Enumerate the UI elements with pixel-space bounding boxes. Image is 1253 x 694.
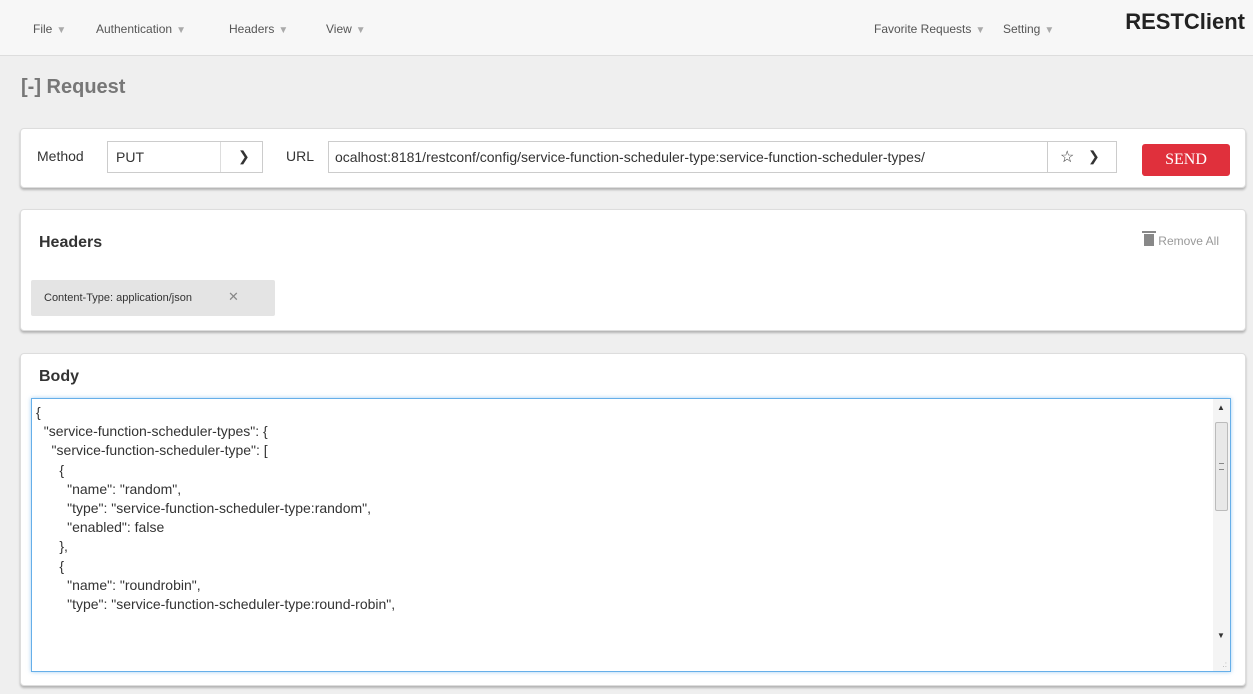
url-input[interactable]: ocalhost:8181/restconf/config/service-fu… [328,141,1117,173]
url-value: ocalhost:8181/restconf/config/service-fu… [335,149,925,165]
header-chip-text: Content-Type: application/json [44,292,192,304]
star-icon[interactable]: ☆ [1060,147,1074,167]
body-editor[interactable]: { "service-function-scheduler-types": { … [31,398,1231,672]
caret-down-icon: ▼ [176,25,186,36]
trash-icon [1142,231,1157,246]
menu-view[interactable]: View ▼ [326,22,366,36]
chevron-down-icon: ❯ [238,148,250,164]
close-icon[interactable]: ✕ [228,289,239,305]
headers-title: Headers [39,234,103,251]
url-label: URL [286,148,315,164]
headers-panel: Headers Remove All Content-Type: applica… [20,209,1246,331]
menu-favorite-requests[interactable]: Favorite Requests ▼ [874,22,985,36]
method-label: Method [37,148,84,164]
menu-headers[interactable]: Headers ▼ [229,22,288,36]
menu-setting-label: Setting [1003,22,1041,36]
menu-headers-label: Headers [229,22,275,36]
menu-authentication[interactable]: Authentication ▼ [96,22,186,36]
caret-down-icon: ▼ [975,25,986,36]
menu-file-label: File [33,22,53,36]
scroll-grip-icon [1219,463,1224,470]
caret-down-icon: ▼ [278,25,289,36]
url-addon: ☆ ❯ [1047,142,1116,172]
method-value: PUT [116,149,144,165]
header-chip[interactable]: Content-Type: application/json ✕ [31,280,275,316]
caret-down-icon: ▼ [355,25,366,36]
body-panel: Body { "service-function-scheduler-types… [20,353,1246,686]
editor-scrollbar[interactable]: ▲ ▼ [1213,399,1230,671]
menu-setting[interactable]: Setting ▼ [1003,22,1054,36]
caret-down-icon: ▼ [1044,25,1055,36]
body-content[interactable]: { "service-function-scheduler-types": { … [36,403,395,614]
brand-title: RESTClient [1125,9,1245,34]
body-title: Body [39,368,79,385]
scroll-down-arrow-icon[interactable]: ▼ [1217,631,1225,640]
method-select[interactable]: PUT ❯ [107,141,263,173]
chevron-down-icon[interactable]: ❯ [1088,148,1100,165]
scroll-thumb[interactable] [1215,422,1228,511]
send-button[interactable]: SEND [1142,144,1230,176]
request-section-title[interactable]: [-] Request [21,76,125,99]
scroll-up-arrow-icon[interactable]: ▲ [1217,403,1225,412]
menu-favorite-requests-label: Favorite Requests [874,22,972,36]
menu-file[interactable]: File ▼ [33,22,66,36]
top-nav: File ▼ Authentication ▼ Headers ▼ View ▼ Fav… [0,0,1253,56]
request-panel: Method PUT ❯ URL ocalhost:8181/restconf/… [20,128,1246,188]
remove-all-button[interactable]: Remove All [1142,231,1219,248]
menu-authentication-label: Authentication [96,22,173,36]
menu-view-label: View [326,22,352,36]
select-divider [220,142,221,172]
remove-all-label: Remove All [1158,234,1219,248]
resize-grip-icon[interactable]: .: [1223,660,1227,669]
caret-down-icon: ▼ [56,25,67,36]
